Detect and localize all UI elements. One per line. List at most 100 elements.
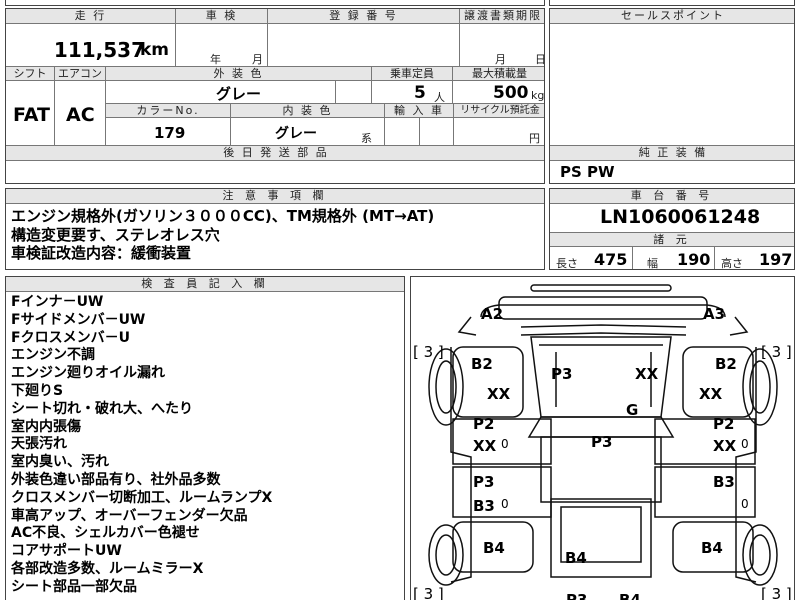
max-load-header: 最大積載量 xyxy=(452,66,544,81)
inspector-line: Fサイドメンバ－UW xyxy=(11,311,146,328)
mark-front-left: A2 xyxy=(481,305,504,323)
dimension-width-cell: 幅 190 xyxy=(632,246,715,270)
transfer-month-label: 月 xyxy=(495,53,506,66)
chassis-header: 車 台 番 号 xyxy=(550,189,794,204)
aircon-cell: AC xyxy=(54,80,106,146)
notes-line: エンジン規格外(ガソリン３０００CC)、TM規格外 (MT→AT) xyxy=(11,207,435,225)
capacity-unit: 人 xyxy=(434,91,445,104)
recycle-header: リサイクル預託金 xyxy=(453,103,544,118)
inspector-line: AC不良、シェルカバー色褪せ xyxy=(11,525,200,542)
mark-fender-left-b: B2 xyxy=(471,355,493,373)
capacity-header: 乗車定員 xyxy=(371,66,453,81)
mileage-cell: 111,537 km xyxy=(6,23,176,67)
mileage-unit: km xyxy=(139,40,169,60)
inspector-line: Fクロスメンバ－U xyxy=(11,329,130,346)
inspection-month-label: 月 xyxy=(252,53,263,66)
inspection-header: 車 検 xyxy=(175,9,268,24)
sales-points-panel: セールスポイント 純 正 装 備 PS PW xyxy=(549,8,795,184)
mark-fender-right-b: B2 xyxy=(715,355,737,373)
mark-door-fl-p: P2 xyxy=(473,415,495,433)
transfer-deadline-cell: 月 日 xyxy=(459,23,545,67)
mark-door-fr-o: 0 xyxy=(741,437,749,451)
mileage-header: 走 行 xyxy=(6,9,176,24)
genuine-equipment-header: 純 正 装 備 xyxy=(550,145,794,161)
inspector-line: 室内内張傷 xyxy=(11,418,81,435)
chassis-number: LN1060061248 xyxy=(600,206,761,228)
mark-hood-xx: XX xyxy=(635,365,659,383)
tire-rating-top-left: [ 3 ] xyxy=(413,343,444,361)
aircon-value: AC xyxy=(66,104,95,126)
dimension-width-label: 幅 xyxy=(647,257,658,270)
inspector-line: エンジン廻りオイル漏れ xyxy=(11,365,165,382)
mark-fender-left-xx: XX xyxy=(487,385,511,403)
tire-rating-top-right: [ 3 ] xyxy=(761,343,792,361)
inspector-line: 外装色違い部品有り、社外品多数 xyxy=(11,471,221,488)
notes-line: 車検証改造内容：緩衝装置 xyxy=(11,244,192,262)
mark-door-rr-b: B3 xyxy=(713,473,735,491)
notes-header: 注 意 事 項 欄 xyxy=(6,189,544,204)
tire-rating-bottom-right: [ 3 ] xyxy=(761,585,792,600)
interior-color-cell: グレー 系 xyxy=(230,117,385,146)
inspector-line: コアサポートUW xyxy=(11,543,122,560)
max-load-cell: 500 kg xyxy=(452,80,544,104)
vehicle-info-panel: 走 行 車 検 登 録 番 号 譲渡書類期限 111,537 km 年 月 月 … xyxy=(5,8,545,184)
interior-color-value: グレー xyxy=(275,126,317,142)
inspector-line: シート切れ・破れ大、へたり xyxy=(11,400,193,417)
shift-header: シフト xyxy=(6,66,55,81)
mark-glass: G xyxy=(626,401,639,419)
recycle-unit: 円 xyxy=(529,132,540,145)
later-parts-header: 後 日 発 送 部 品 xyxy=(6,145,544,161)
inspector-line: 車高アップ、オーバーフェンダー欠品 xyxy=(11,507,248,524)
import-cell-a xyxy=(384,117,420,146)
mark-door-fl-xx: XX xyxy=(473,437,497,455)
inspection-cell: 年 月 xyxy=(175,23,268,67)
later-parts-cell xyxy=(6,160,544,183)
dimension-width-value: 190 xyxy=(677,250,711,269)
mark-front-right: A3 xyxy=(703,305,726,323)
transfer-day-label: 日 xyxy=(535,53,545,66)
mark-quarter-right: B4 xyxy=(701,539,723,557)
mark-door-rl-b: B3 xyxy=(473,497,495,515)
inspector-line: 天張汚れ xyxy=(11,436,67,453)
inspector-line: シート部品一部欠品 xyxy=(11,578,137,595)
shift-value: FAT xyxy=(13,104,50,126)
inspection-year-label: 年 xyxy=(210,53,221,66)
import-cell-b xyxy=(419,117,454,146)
mark-quarter-left: B4 xyxy=(483,539,505,557)
chassis-panel: 車 台 番 号 LN1060061248 諸 元 長さ 475 幅 190 高さ… xyxy=(549,188,795,270)
mark-door-rl-o: 0 xyxy=(501,497,509,511)
max-load-value: 500 xyxy=(493,83,529,103)
dimension-height-label: 高さ xyxy=(721,257,743,270)
capacity-cell: 5 人 xyxy=(371,80,453,104)
notes-line: 構造変更要す、ステレオレス穴 xyxy=(11,225,220,244)
dimension-length-cell: 長さ 475 xyxy=(550,246,633,270)
mark-roof: P3 xyxy=(591,433,613,451)
sales-points-header: セールスポイント xyxy=(550,9,794,24)
mark-door-rl-p: P3 xyxy=(473,473,495,491)
inspector-line: クロスメンバー切断加工、ルームランプX xyxy=(11,489,273,506)
dimension-length-label: 長さ xyxy=(556,257,578,270)
dimension-height-cell: 高さ 197 xyxy=(714,246,794,270)
interior-color-header: 内 装 色 xyxy=(230,103,385,118)
interior-color-suffix: 系 xyxy=(361,132,372,145)
color-no-cell: 179 xyxy=(105,117,231,146)
mileage-value: 111,537 xyxy=(53,38,145,62)
dimension-height-value: 197 xyxy=(759,250,793,269)
inspector-line: 室内臭い、汚れ xyxy=(11,454,109,471)
aircon-header: エアコン xyxy=(54,66,106,81)
mark-fender-right-xx: XX xyxy=(699,385,723,403)
top-cutoff-row xyxy=(5,0,545,6)
damage-diagram-panel: A2 A3 [ 3 ] [ 3 ] [ 3 ] [ 3 ] B2 XX B2 X… xyxy=(410,276,795,600)
inspector-panel: 検 査 員 記 入 欄 Fインナ－UW Fサイドメンバ－UW Fクロスメンバ－U… xyxy=(5,276,405,600)
inspector-line: 各部改造多数、ルームミラーX xyxy=(11,560,204,577)
genuine-equipment-value: PS PW xyxy=(560,163,615,181)
exterior-color-value: グレー xyxy=(216,85,262,103)
import-header: 輸 入 車 xyxy=(384,103,454,118)
exterior-color-extra-cell xyxy=(335,80,372,104)
transfer-deadline-header: 譲渡書類期限 xyxy=(459,9,544,24)
color-no-header: カラーNo. xyxy=(105,103,231,118)
shift-cell: FAT xyxy=(6,80,55,146)
registration-header: 登 録 番 号 xyxy=(267,9,460,24)
color-no-value: 179 xyxy=(154,124,186,142)
inspector-line: エンジン不調 xyxy=(11,347,95,364)
